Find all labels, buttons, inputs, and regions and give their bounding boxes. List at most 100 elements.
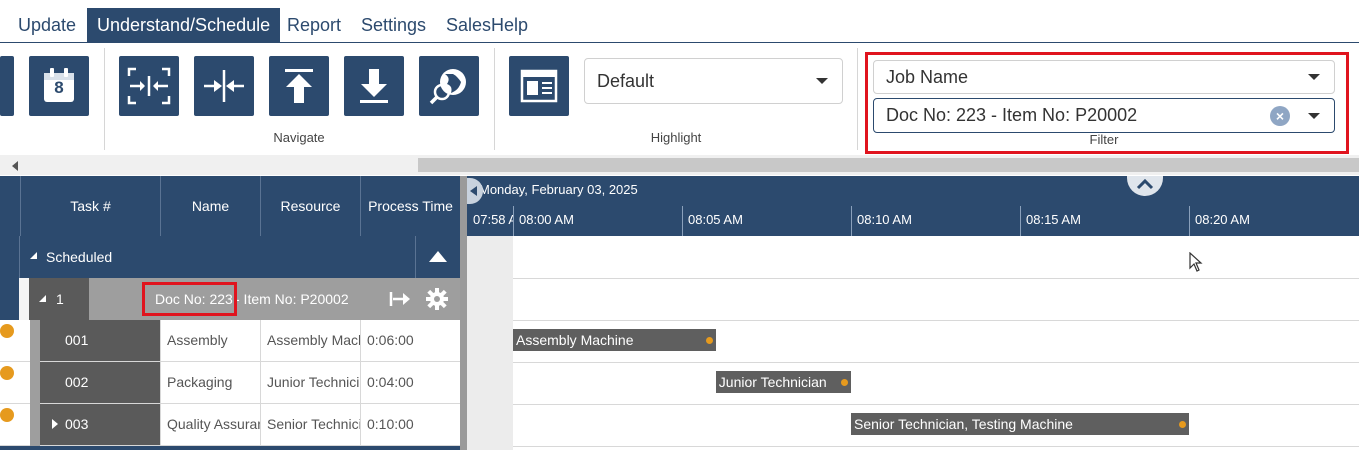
- gantt-task-bar[interactable]: Junior Technician: [715, 371, 851, 393]
- time-label: 08:00 AM: [519, 212, 574, 227]
- filter-annotation-box: [865, 52, 1349, 154]
- status-dot: [0, 408, 14, 422]
- status-dot: [0, 366, 14, 380]
- ribbon: 8 Navigate Default Highlight Job Name Do…: [0, 44, 1359, 154]
- highlight-dropdown-value: Default: [597, 70, 655, 91]
- doc-number-annotation-box: [142, 282, 237, 316]
- fit-to-screen-button[interactable]: [119, 56, 179, 116]
- gear-icon[interactable]: [426, 288, 448, 310]
- row-left-strip: [0, 278, 19, 320]
- row-indent: [30, 362, 40, 404]
- row-gridline: [467, 404, 1359, 405]
- task-resource: Assembly Machine: [260, 320, 360, 361]
- group-label: Scheduled: [46, 249, 113, 265]
- task-number: 002: [40, 362, 160, 403]
- column-header-resource[interactable]: Resource: [260, 176, 360, 236]
- task-name: Assembly: [160, 320, 260, 361]
- chevron-up-icon: [429, 251, 447, 262]
- grid-header: Task # Name Resource Process Time: [0, 176, 460, 236]
- job-number-cell: 1: [29, 278, 89, 320]
- gantt-chart: Monday, February 03, 2025 07:58 AM 08:00 …: [467, 176, 1359, 450]
- time-label: 08:10 AM: [857, 212, 912, 227]
- ribbon-tab-bar: Update Understand/Schedule Report Settin…: [0, 0, 1359, 43]
- column-header-process-time[interactable]: Process Time: [360, 176, 460, 236]
- column-header-name[interactable]: Name: [160, 176, 260, 236]
- calendar-day-number: 8: [54, 78, 64, 97]
- fit-to-screen-icon: [127, 67, 171, 105]
- gantt-bar-label: Assembly Machine: [516, 332, 634, 348]
- collapse-arrows-icon: [204, 70, 244, 102]
- bar-end-dot: [705, 337, 713, 344]
- panel-splitter[interactable]: [460, 176, 467, 450]
- gantt-bar-label: Junior Technician: [718, 374, 827, 390]
- task-grid: Task # Name Resource Process Time Schedu…: [0, 176, 460, 450]
- task-row[interactable]: 001 Assembly Assembly Machine 0:06:00: [0, 320, 460, 362]
- gantt-task-bar[interactable]: Senior Technician, Testing Machine: [851, 413, 1189, 435]
- tab-report[interactable]: Report: [277, 8, 351, 43]
- task-name: Packaging: [160, 362, 260, 403]
- arrow-up-to-top-icon: [285, 69, 313, 103]
- job-row[interactable]: 1 Doc No: 223 - Item No: P20002: [0, 278, 460, 320]
- gantt-header: Monday, February 03, 2025 07:58 AM 08:00 …: [467, 176, 1359, 236]
- scrollbar-thumb[interactable]: [418, 158, 1359, 172]
- time-tick: [851, 206, 852, 236]
- tab-settings[interactable]: Settings: [351, 8, 436, 43]
- task-process-time: 0:04:00: [360, 362, 460, 403]
- grid-row-divider: [19, 236, 20, 278]
- time-label: 08:05 AM: [688, 212, 743, 227]
- row-indent: [30, 320, 40, 362]
- tab-understand-schedule[interactable]: Understand/Schedule: [87, 8, 281, 43]
- task-row[interactable]: 003 Quality Assurance Senior Technician,…: [0, 404, 460, 446]
- move-to-arrow-icon[interactable]: [389, 290, 411, 308]
- column-header-task-number[interactable]: Task #: [20, 176, 160, 236]
- arrow-down-to-bottom-icon: [360, 69, 388, 103]
- timeline-date: Monday, February 03, 2025: [479, 182, 638, 197]
- highlight-group-label: Highlight: [650, 130, 702, 145]
- layout-view-button[interactable]: [509, 56, 569, 116]
- collapse-triangle-icon[interactable]: [30, 252, 37, 259]
- row-indent: [30, 404, 40, 446]
- globe-search-icon: [429, 69, 466, 105]
- task-name: Quality Assurance: [160, 404, 260, 445]
- time-label: 08:20 AM: [1195, 212, 1250, 227]
- job-title-item: - Item No: P20002: [235, 291, 349, 307]
- time-tick: [1020, 206, 1021, 236]
- calendar-button[interactable]: 8: [29, 56, 89, 116]
- scroll-left-icon[interactable]: [12, 161, 18, 171]
- gantt-task-bar[interactable]: Assembly Machine: [513, 329, 716, 351]
- task-row[interactable]: 002 Packaging Junior Technician 0:04:00: [0, 362, 460, 404]
- time-tick: [1189, 206, 1190, 236]
- bar-end-dot: [840, 379, 848, 386]
- collapse-timeline-button[interactable]: [194, 56, 254, 116]
- tab-saleshelp[interactable]: SalesHelp: [436, 8, 538, 43]
- group-row-scheduled[interactable]: Scheduled: [0, 236, 460, 278]
- scroll-to-top-button[interactable]: [269, 56, 329, 116]
- collapse-triangle-icon[interactable]: [39, 295, 46, 302]
- task-process-time: 0:06:00: [360, 320, 460, 361]
- task-process-time: 0:10:00: [360, 404, 460, 445]
- ribbon-separator: [857, 48, 858, 150]
- bar-end-dot: [1179, 421, 1186, 428]
- task-resource: Senior Technician, Testing Machine: [260, 404, 360, 445]
- highlight-dropdown[interactable]: Default: [584, 58, 843, 104]
- gantt-bar-label: Senior Technician, Testing Machine: [854, 416, 1073, 432]
- ribbon-scrollbar[interactable]: [0, 155, 1359, 175]
- scheduler-app: Update Understand/Schedule Report Settin…: [0, 0, 1359, 450]
- partial-ribbon-button[interactable]: [0, 56, 14, 116]
- document-layout-icon: [520, 69, 558, 103]
- grid-bottom-edge: [0, 446, 460, 450]
- expand-triangle-icon[interactable]: [52, 419, 58, 429]
- collapse-group-button[interactable]: [415, 236, 460, 278]
- task-resource: Junior Technician: [260, 362, 360, 403]
- time-label: 07:58 AM: [473, 212, 513, 227]
- search-globe-button[interactable]: [419, 56, 479, 116]
- tab-update[interactable]: Update: [8, 8, 86, 43]
- scroll-to-bottom-button[interactable]: [344, 56, 404, 116]
- time-tick: [513, 206, 514, 236]
- navigate-group-label: Navigate: [273, 130, 325, 145]
- time-label: 08:15 AM: [1026, 212, 1081, 227]
- chevron-down-icon: [816, 78, 828, 84]
- row-gridline: [467, 446, 1359, 447]
- chevron-left-icon: [470, 186, 477, 196]
- chevron-up-icon: [1136, 178, 1154, 190]
